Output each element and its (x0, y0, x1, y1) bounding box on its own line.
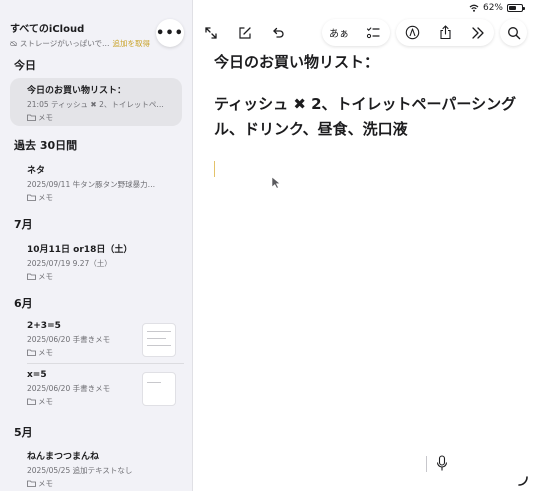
wifi-icon (469, 4, 479, 12)
section-header-past-30-days: 過去 30日間 (14, 139, 78, 152)
checklist-button[interactable] (356, 19, 390, 46)
format-text-icon: あぁ (329, 29, 349, 40)
storage-warning: ストレージがいっぱいで… 追加を取得 (10, 38, 150, 49)
dictation-button[interactable] (436, 455, 448, 476)
cloud-icon (10, 41, 17, 46)
note-folder-label: メモ (38, 272, 53, 281)
compose-button[interactable] (231, 19, 258, 46)
compose-icon (238, 26, 251, 39)
note-item-shopping-list[interactable]: 今日のお買い物リスト： 21:05 ティッシュ ✖︎ 2、トイレットペ… メモ (10, 78, 182, 126)
note-title: ネタ (27, 166, 46, 176)
section-header-may: 5月 (14, 426, 33, 439)
search-button[interactable] (500, 19, 527, 46)
storage-get-more-link[interactable]: 追加を取得 (113, 38, 151, 49)
section-header-june: 6月 (14, 297, 33, 310)
note-title: 今日のお買い物リスト： (27, 86, 127, 96)
battery-icon (507, 4, 525, 12)
markup-icon (405, 25, 420, 40)
checklist-icon (366, 26, 380, 38)
more-forward-icon (471, 26, 484, 39)
note-folder: メモ (27, 192, 182, 203)
note-folder: メモ (27, 478, 182, 489)
note-heading: 今日のお買い物リスト： (214, 53, 380, 71)
expand-icon (204, 26, 217, 39)
folder-icon (27, 480, 36, 487)
section-header-july: 7月 (14, 218, 33, 231)
status-bar: 62% (469, 3, 525, 13)
sidebar-title: すべてのiCloud (10, 24, 85, 35)
note-title: ねんまつつまんね (27, 452, 100, 462)
note-title: 10月11日 or18日（土） (27, 245, 133, 255)
divider (27, 363, 184, 364)
folder-icon (27, 398, 36, 405)
share-icon (439, 25, 451, 40)
markup-button[interactable] (396, 19, 429, 46)
note-folder-label: メモ (38, 397, 53, 406)
note-item-neta[interactable]: ネタ 2025/09/11 牛タン豚タン野球暴力… メモ (10, 158, 182, 206)
share-button[interactable] (429, 19, 461, 46)
section-header-today: 今日 (14, 59, 36, 72)
note-meta: 2025/09/11 牛タン豚タン野球暴力… (27, 180, 156, 189)
note-meta: 2025/05/25 追加テキストなし (27, 466, 133, 475)
sidebar: すべてのiCloud ストレージがいっぱいで… 追加を取得 ••• 今日 今日の… (0, 0, 193, 491)
note-meta: 2025/07/19 9.27（土） (27, 259, 112, 268)
handwriting-thumbnail (142, 372, 176, 406)
note-body-text: ティッシュ ✖︎ 2、トイレットペーパーシングル、ドリンク、昼食、洗口液 (214, 95, 517, 138)
folder-icon (27, 114, 36, 121)
sidebar-header: すべてのiCloud ストレージがいっぱいで… 追加を取得 (10, 20, 150, 49)
note-folder-label: メモ (38, 193, 53, 202)
mouse-pointer-icon (271, 176, 281, 189)
note-editor[interactable]: 今日のお買い物リスト： ティッシュ ✖︎ 2、トイレットペーパーシングル、ドリン… (214, 52, 519, 142)
text-cursor (214, 161, 215, 177)
note-item-october-dates[interactable]: 10月11日 or18日（土） 2025/07/19 9.27（土） メモ (10, 237, 182, 285)
note-meta: 21:05 ティッシュ ✖︎ 2、トイレットペ… (27, 100, 164, 109)
ellipsis-icon: ••• (156, 25, 184, 41)
resize-handle-icon[interactable] (518, 476, 528, 486)
undo-button[interactable] (264, 19, 291, 46)
undo-icon (272, 27, 284, 38)
folder-icon (27, 349, 36, 356)
note-folder-label: メモ (38, 113, 53, 122)
note-folder-label: メモ (38, 348, 53, 357)
sidebar-more-button[interactable]: ••• (156, 19, 184, 47)
note-folder: メモ (27, 271, 182, 282)
storage-warning-text: ストレージがいっぱいで… (19, 39, 110, 48)
keyboard-divider (426, 456, 427, 472)
battery-percent: 62% (482, 3, 503, 13)
handwriting-thumbnail (142, 323, 176, 357)
search-icon (507, 26, 520, 39)
format-toolbar-group: あぁ (322, 19, 390, 46)
folder-icon (27, 194, 36, 201)
note-item-nenmatsu[interactable]: ねんまつつまんね 2025/05/25 追加テキストなし メモ (10, 444, 182, 490)
note-folder: メモ (27, 112, 182, 123)
action-toolbar-group (396, 19, 494, 46)
format-text-button[interactable]: あぁ (322, 19, 356, 46)
microphone-icon (436, 455, 448, 471)
expand-button[interactable] (197, 19, 224, 46)
note-folder-label: メモ (38, 479, 53, 488)
more-forward-button[interactable] (461, 19, 494, 46)
folder-icon (27, 273, 36, 280)
